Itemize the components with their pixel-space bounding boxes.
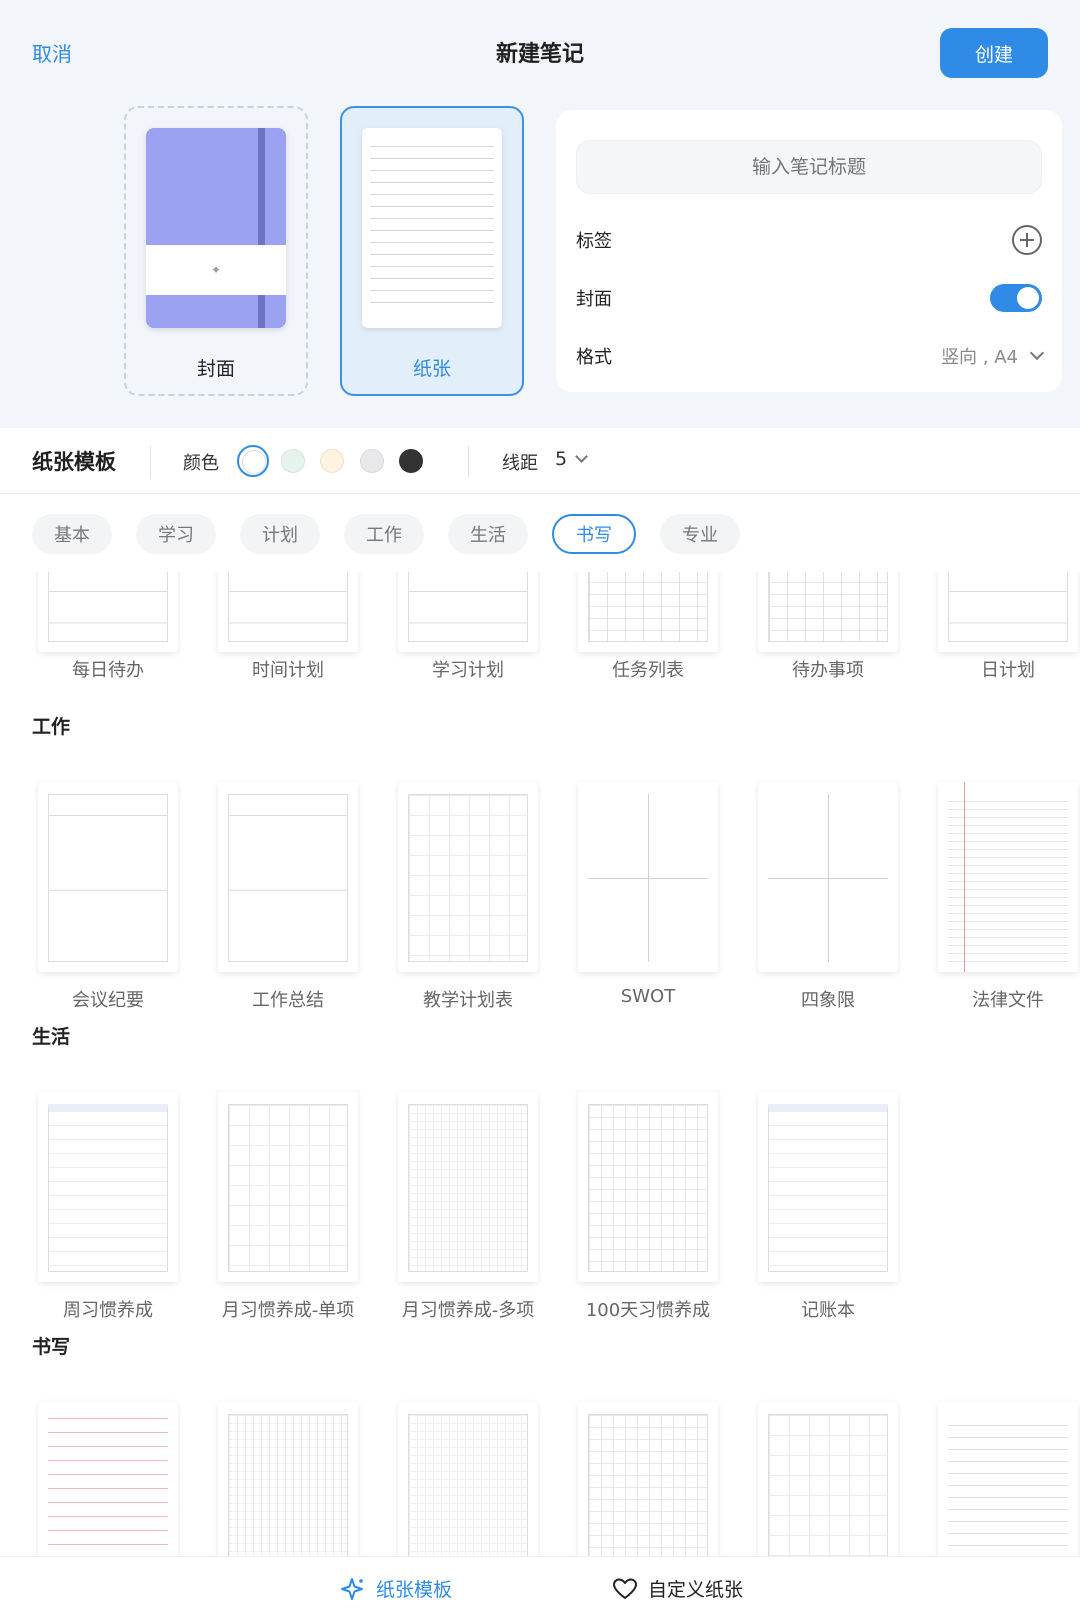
cover-preview: ✦ [146,128,286,328]
template-name: 100天习惯养成 [585,1300,711,1321]
color-swatch-gray[interactable] [360,449,384,473]
sparkle-icon: ✦ [210,263,222,277]
cover-row: 封面 [576,278,1042,318]
color-label: 颜色 [183,453,219,474]
page-title: 新建笔记 [495,42,584,67]
template-name: 记账本 [801,1300,855,1321]
color-swatch-white[interactable] [237,445,269,477]
template-thumbnail [38,1402,178,1556]
new-note-header: 取消 新建笔记 创建 ✦ 封面 纸张 标签 封面 格式 [0,0,1080,428]
custom-paper-label: 自定义纸张 [648,1579,744,1601]
format-row[interactable]: 格式 竖向 , A4 [576,336,1045,376]
tags-row: 标签 [576,220,1042,260]
template-name: 月习惯养成-单项 [221,1300,355,1321]
template-toolbar: 纸张模板 颜色 线距 5 [0,428,1080,494]
bottom-bar: 纸张模板 自定义纸张 [0,1556,1080,1620]
tab-life[interactable]: 生活 [448,514,528,554]
template-name: 时间计划 [252,660,324,681]
tags-label: 标签 [576,231,612,252]
template-name: 待办事项 [792,660,864,681]
tab-work[interactable]: 工作 [344,514,424,554]
template-thumbnail [758,1402,898,1556]
cover-label-band: ✦ [146,245,286,295]
toggle-knob [1017,287,1039,309]
template-thumbnail [398,1402,538,1556]
line-spacing-value: 5 [555,448,568,470]
template-thumbnail [38,572,178,652]
template-name: 月习惯养成-多项 [401,1300,535,1321]
chevron-down-icon [1029,345,1045,361]
section-title-life: 生活 [32,1026,71,1048]
template-name: 法律文件 [972,990,1044,1011]
template-thumbnail [398,782,538,972]
template-thumbnail [218,782,358,972]
tab-writing[interactable]: 书写 [552,514,636,554]
template-grid: 每日待办 时间计划 学习计划 任务列表 待办事项 日计划 工作 会议纪要 工作总… [0,572,1080,1556]
template-name: 会议纪要 [72,990,144,1011]
color-swatch-green[interactable] [281,449,305,473]
template-thumbnail [38,782,178,972]
line-spacing-label: 线距 [502,453,538,474]
template-thumbnail [218,1402,358,1556]
sparkle-icon [341,1577,363,1600]
tab-professional[interactable]: 专业 [660,514,740,554]
template-thumbnail [758,782,898,972]
template-thumbnail [578,1402,718,1556]
template-thumbnail [938,1402,1078,1556]
template-thumbnail [938,782,1078,972]
template-name: 四象限 [801,990,855,1011]
custom-paper-tab[interactable]: 自定义纸张 [612,1575,743,1602]
chevron-down-icon [575,449,588,463]
paper-templates-label: 纸张模板 [376,1579,453,1601]
cover-option-card[interactable]: ✦ 封面 [124,106,308,396]
template-name: 每日待办 [72,660,144,681]
template-thumbnail [578,1092,718,1282]
template-thumbnail [398,572,538,652]
template-name: 日计划 [981,660,1035,681]
category-tabs: 基本 学习 计划 工作 生活 书写 专业 [32,514,740,554]
color-swatch-black[interactable] [399,449,423,473]
heart-icon [613,1578,637,1599]
tab-plan[interactable]: 计划 [240,514,320,554]
paper-option-card[interactable]: 纸张 [340,106,524,396]
cover-option-label: 封面 [196,358,235,380]
paper-preview [362,128,502,328]
section-title-writing: 书写 [32,1336,71,1358]
template-name: 工作总结 [252,990,324,1011]
section-title-work: 工作 [32,716,71,738]
format-label: 格式 [576,347,612,368]
note-title-input[interactable] [576,140,1042,194]
template-thumbnail [398,1092,538,1282]
create-button[interactable]: 创建 [940,28,1048,78]
template-section-title: 纸张模板 [32,450,116,474]
template-thumbnail [578,782,718,972]
paper-templates-tab[interactable]: 纸张模板 [340,1575,452,1602]
format-value: 竖向 , A4 [941,347,1018,368]
cover-toggle-label: 封面 [576,289,612,310]
template-name: SWOT [620,986,676,1007]
tab-basic[interactable]: 基本 [32,514,112,554]
toolbar-divider [150,446,151,478]
line-spacing-select[interactable]: 5 [555,448,588,470]
template-name: 任务列表 [612,660,684,681]
tab-study[interactable]: 学习 [136,514,216,554]
template-thumbnail [218,572,358,652]
template-thumbnail [38,1092,178,1282]
note-settings-panel: 标签 封面 格式 竖向 , A4 [556,110,1062,392]
template-thumbnail [758,572,898,652]
template-name: 学习计划 [432,660,504,681]
paper-option-label: 纸张 [412,358,451,380]
add-tag-icon[interactable] [1012,225,1042,255]
template-thumbnail [758,1092,898,1282]
template-thumbnail [218,1092,358,1282]
template-thumbnail [938,572,1078,652]
cover-spine [258,128,265,328]
toolbar-divider [468,446,469,478]
cover-toggle[interactable] [990,284,1042,312]
template-name: 周习惯养成 [63,1300,153,1321]
template-thumbnail [578,572,718,652]
template-name: 教学计划表 [423,990,513,1011]
color-swatch-cream[interactable] [320,449,344,473]
format-select[interactable]: 竖向 , A4 [941,343,1045,369]
